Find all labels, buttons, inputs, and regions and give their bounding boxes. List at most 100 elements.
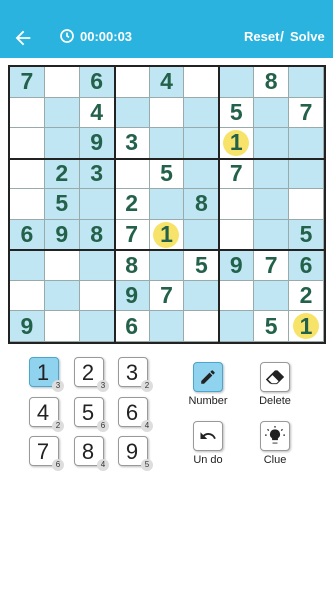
board-cell[interactable] <box>184 128 220 159</box>
board-cell[interactable] <box>44 128 80 159</box>
board-cell[interactable]: 6 <box>289 250 324 281</box>
board-cell[interactable]: 4 <box>79 97 115 129</box>
board-cell[interactable] <box>44 67 80 98</box>
board-cell[interactable] <box>184 219 220 251</box>
board-cell[interactable] <box>114 97 150 129</box>
digit-key[interactable]: 56 <box>74 397 109 432</box>
board-cell[interactable] <box>10 128 45 159</box>
board-cell[interactable] <box>184 158 220 190</box>
board-cell[interactable]: 5 <box>149 158 185 190</box>
board-cell[interactable] <box>79 189 115 220</box>
clue-button[interactable] <box>260 421 290 451</box>
board-cell[interactable] <box>10 189 45 220</box>
board-cell[interactable] <box>10 250 45 281</box>
board-cell[interactable] <box>79 311 115 342</box>
board-cell[interactable] <box>254 158 290 190</box>
board-cell[interactable] <box>44 280 80 312</box>
board-cell[interactable] <box>184 97 220 129</box>
board-cell[interactable]: 9 <box>44 219 80 251</box>
board-cell[interactable] <box>44 97 80 129</box>
number-mode-button[interactable] <box>193 362 223 392</box>
delete-button[interactable] <box>260 362 290 392</box>
board-cell[interactable] <box>44 250 80 281</box>
board-cell[interactable] <box>254 97 290 129</box>
board-cell[interactable]: 1 <box>149 219 185 251</box>
board-cell[interactable] <box>10 280 45 312</box>
board-cell[interactable]: 9 <box>219 250 255 281</box>
digit-key[interactable]: 76 <box>29 436 64 471</box>
board-cell[interactable] <box>79 250 115 281</box>
board-cell[interactable]: 6 <box>10 219 45 251</box>
board-cell[interactable] <box>219 280 255 312</box>
board-cell[interactable]: 2 <box>289 280 324 312</box>
board-cell[interactable] <box>219 189 255 220</box>
board-cell[interactable]: 5 <box>289 219 324 251</box>
board-cell[interactable] <box>219 67 255 98</box>
board-cell[interactable]: 2 <box>114 189 150 220</box>
board-cell[interactable]: 7 <box>114 219 150 251</box>
board-cell[interactable]: 6 <box>79 67 115 98</box>
board-cell[interactable] <box>184 67 220 98</box>
undo-button[interactable] <box>193 421 223 451</box>
board-cell[interactable] <box>289 67 324 98</box>
board-cell[interactable]: 9 <box>10 311 45 342</box>
digit-key[interactable]: 95 <box>118 436 153 471</box>
board-cell[interactable] <box>289 189 324 220</box>
board-cell[interactable]: 8 <box>114 250 150 281</box>
board-cell[interactable]: 9 <box>114 280 150 312</box>
digit-key[interactable]: 64 <box>118 397 153 432</box>
board-cell[interactable] <box>254 280 290 312</box>
box-divider-vertical <box>218 67 221 342</box>
board-cell[interactable] <box>254 219 290 251</box>
board-cell[interactable] <box>114 158 150 190</box>
reset-button[interactable]: Reset <box>244 29 279 44</box>
board-cell[interactable]: 7 <box>10 67 45 98</box>
board-cell[interactable]: 6 <box>114 311 150 342</box>
board-cell[interactable] <box>149 97 185 129</box>
board-cell[interactable] <box>289 158 324 190</box>
board-cell[interactable] <box>289 128 324 159</box>
board-cell[interactable]: 9 <box>79 128 115 159</box>
board-cell[interactable]: 5 <box>44 189 80 220</box>
digit-key[interactable]: 23 <box>74 357 109 392</box>
highlighted-digit: 1 <box>223 129 250 156</box>
board-cell[interactable] <box>254 128 290 159</box>
board-cell[interactable]: 8 <box>184 189 220 220</box>
board-cell[interactable] <box>149 250 185 281</box>
board-cell[interactable] <box>184 311 220 342</box>
board-cell[interactable]: 1 <box>289 311 324 342</box>
board-cell[interactable] <box>79 280 115 312</box>
board-cell[interactable]: 8 <box>254 67 290 98</box>
board-cell[interactable] <box>149 189 185 220</box>
board-cell[interactable]: 3 <box>114 128 150 159</box>
board-cell[interactable]: 5 <box>184 250 220 281</box>
board-cell[interactable]: 8 <box>79 219 115 251</box>
board-cell[interactable] <box>44 311 80 342</box>
board-cell[interactable] <box>114 67 150 98</box>
digit-key[interactable]: 84 <box>74 436 109 471</box>
board-cell[interactable]: 5 <box>219 97 255 129</box>
board-cell[interactable] <box>10 158 45 190</box>
board-cell[interactable] <box>219 219 255 251</box>
board-cell[interactable] <box>219 311 255 342</box>
digit-key[interactable]: 42 <box>29 397 64 432</box>
back-arrow-icon[interactable] <box>12 27 34 49</box>
board-cell[interactable] <box>254 189 290 220</box>
digit-key[interactable]: 13 <box>29 357 64 392</box>
board-cell[interactable]: 2 <box>44 158 80 190</box>
board-cell[interactable]: 7 <box>149 280 185 312</box>
board-cell[interactable] <box>184 280 220 312</box>
digit-key[interactable]: 32 <box>118 357 153 392</box>
remaining-count-badge: 2 <box>141 380 153 392</box>
board-cell[interactable]: 7 <box>219 158 255 190</box>
board-cell[interactable] <box>10 97 45 129</box>
board-cell[interactable]: 5 <box>254 311 290 342</box>
board-cell[interactable]: 7 <box>254 250 290 281</box>
board-cell[interactable] <box>149 311 185 342</box>
board-cell[interactable]: 4 <box>149 67 185 98</box>
board-cell[interactable]: 1 <box>219 128 255 159</box>
board-cell[interactable]: 7 <box>289 97 324 129</box>
board-cell[interactable]: 3 <box>79 158 115 190</box>
board-cell[interactable] <box>149 128 185 159</box>
solve-button[interactable]: Solve <box>290 29 325 44</box>
